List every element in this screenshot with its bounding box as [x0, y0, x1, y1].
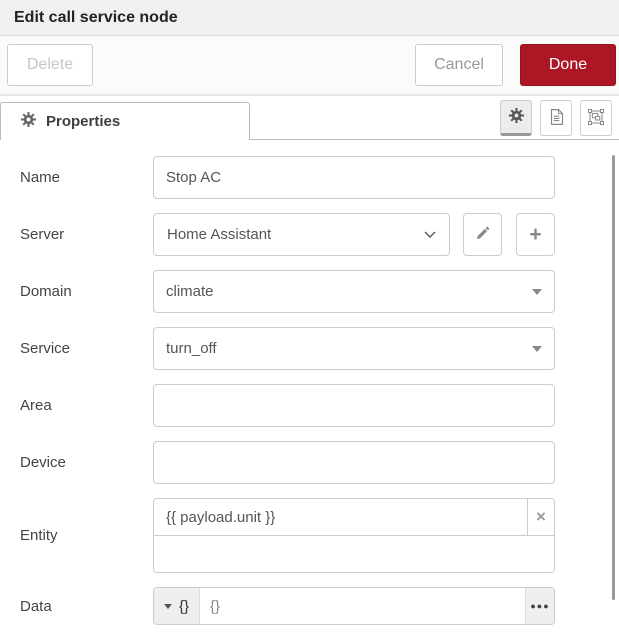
data-row: Data {} ●●● — [20, 587, 619, 625]
data-label: Data — [20, 598, 153, 615]
dialog-title: Edit call service node — [14, 9, 178, 27]
server-row: Server Home Assistant — [20, 213, 619, 256]
entity-label: Entity — [20, 527, 153, 544]
description-tab-button[interactable] — [540, 100, 572, 136]
name-label: Name — [20, 169, 153, 186]
device-input[interactable] — [153, 441, 555, 484]
ellipsis-icon[interactable]: ●●● — [525, 588, 554, 624]
service-input[interactable] — [153, 327, 555, 370]
caret-down-icon — [164, 604, 172, 609]
gear-icon — [21, 112, 36, 132]
properties-form: Name Server Home Assistant — [0, 140, 619, 625]
service-label: Service — [20, 340, 153, 357]
name-input[interactable] — [153, 156, 555, 199]
plus-icon: + — [529, 223, 541, 247]
tab-properties-label: Properties — [46, 113, 120, 130]
dialog-toolbar: Delete Cancel Done — [0, 36, 619, 96]
cancel-button[interactable]: Cancel — [415, 44, 503, 86]
domain-label: Domain — [20, 283, 153, 300]
json-type-icon: {} — [179, 598, 189, 615]
delete-button[interactable]: Delete — [7, 44, 93, 86]
edit-server-button[interactable] — [463, 213, 502, 256]
name-row: Name — [20, 156, 619, 199]
entity-row: Entity × — [20, 498, 619, 573]
gear-icon — [509, 108, 524, 126]
vertical-scrollbar[interactable] — [612, 155, 615, 600]
document-icon — [549, 109, 564, 128]
server-label: Server — [20, 226, 153, 243]
data-input[interactable] — [200, 588, 525, 624]
data-typed-input: {} ●●● — [153, 587, 555, 625]
entity-list: × — [153, 498, 555, 573]
domain-row: Domain — [20, 270, 619, 313]
entity-add-input[interactable] — [154, 536, 554, 572]
server-controls: Home Assistant — [153, 213, 555, 256]
service-row: Service — [20, 327, 619, 370]
dialog-header: Edit call service node — [0, 0, 619, 36]
add-server-button[interactable]: + — [516, 213, 555, 256]
tab-properties[interactable]: Properties — [0, 102, 250, 140]
device-label: Device — [20, 454, 153, 471]
object-group-icon — [588, 109, 604, 128]
properties-tab-button[interactable] — [500, 100, 532, 136]
device-row: Device — [20, 441, 619, 484]
tab-bar: Properties — [0, 96, 619, 140]
area-label: Area — [20, 397, 153, 414]
entity-list-add-row — [154, 536, 554, 572]
server-selected-value: Home Assistant — [167, 226, 271, 243]
data-type-button[interactable]: {} — [154, 588, 200, 624]
service-combo — [153, 327, 555, 370]
domain-combo — [153, 270, 555, 313]
done-button[interactable]: Done — [520, 44, 616, 86]
domain-input[interactable] — [153, 270, 555, 313]
server-select[interactable]: Home Assistant — [153, 213, 450, 256]
area-row: Area — [20, 384, 619, 427]
area-input[interactable] — [153, 384, 555, 427]
entity-input[interactable] — [154, 499, 527, 535]
pencil-icon — [475, 226, 490, 244]
edit-node-dialog: Edit call service node Delete Cancel Don… — [0, 0, 619, 637]
chevron-down-icon — [424, 226, 436, 243]
tab-icon-buttons — [500, 100, 612, 136]
appearance-tab-button[interactable] — [580, 100, 612, 136]
close-icon[interactable]: × — [527, 499, 554, 535]
entity-list-item: × — [154, 499, 554, 536]
